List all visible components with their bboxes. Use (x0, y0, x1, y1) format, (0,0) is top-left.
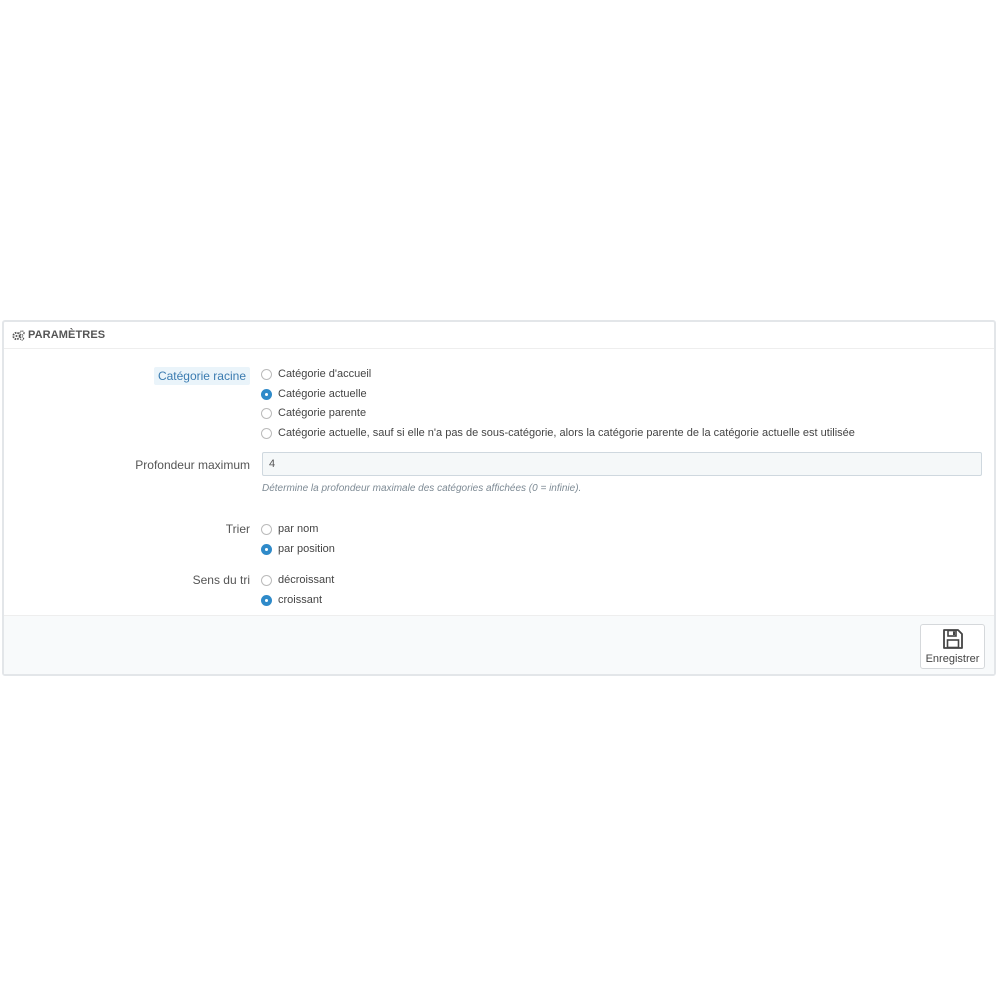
option-label: Catégorie actuelle (278, 388, 367, 400)
sort-option-by-position[interactable]: par position (261, 543, 335, 555)
floppy-disk-icon (942, 629, 963, 649)
sort-label: Trier (225, 522, 250, 536)
root-category-option-current[interactable]: Catégorie actuelle (261, 388, 367, 400)
panel-footer: Enregistrer (4, 615, 994, 674)
root-category-option-current-or-parent[interactable]: Catégorie actuelle, sauf si elle n'a pas… (261, 427, 855, 439)
option-label: Catégorie d'accueil (278, 368, 372, 380)
max-depth-label: Profondeur maximum (135, 458, 250, 472)
option-label: par position (278, 543, 335, 555)
root-category-option-home[interactable]: Catégorie d'accueil (261, 368, 371, 380)
radio-button[interactable] (261, 427, 272, 439)
root-category-label: Catégorie racine (153, 367, 250, 385)
sort-order-option-ascending[interactable]: croissant (261, 594, 322, 606)
option-label: Catégorie parente (278, 407, 367, 419)
sort-order-option-descending[interactable]: décroissant (261, 574, 334, 586)
option-label: croissant (278, 594, 323, 606)
settings-panel: PARAMÈTRES Catégorie racine Catégorie d'… (2, 320, 996, 676)
radio-button-checked[interactable] (261, 594, 272, 606)
cogs-icon (12, 329, 25, 341)
radio-button[interactable] (261, 523, 272, 535)
option-label: décroissant (278, 574, 335, 586)
sort-option-by-name[interactable]: par nom (261, 523, 318, 535)
option-label: par nom (278, 523, 319, 535)
radio-button[interactable] (261, 574, 272, 586)
save-button-label: Enregistrer (925, 653, 980, 665)
radio-button-checked[interactable] (261, 543, 272, 555)
root-category-option-parent[interactable]: Catégorie parente (261, 407, 366, 419)
radio-button[interactable] (261, 407, 272, 419)
panel-title: PARAMÈTRES (28, 329, 106, 341)
panel-heading: PARAMÈTRES (4, 322, 994, 349)
max-depth-input[interactable]: 4 (262, 452, 982, 476)
save-button[interactable]: Enregistrer (920, 624, 985, 669)
radio-button[interactable] (261, 368, 272, 380)
sort-order-label: Sens du tri (192, 573, 250, 587)
radio-button-checked[interactable] (261, 388, 272, 400)
option-label: Catégorie actuelle, sauf si elle n'a pas… (278, 427, 855, 439)
max-depth-help-text: Détermine la profondeur maximale des cat… (262, 483, 582, 494)
